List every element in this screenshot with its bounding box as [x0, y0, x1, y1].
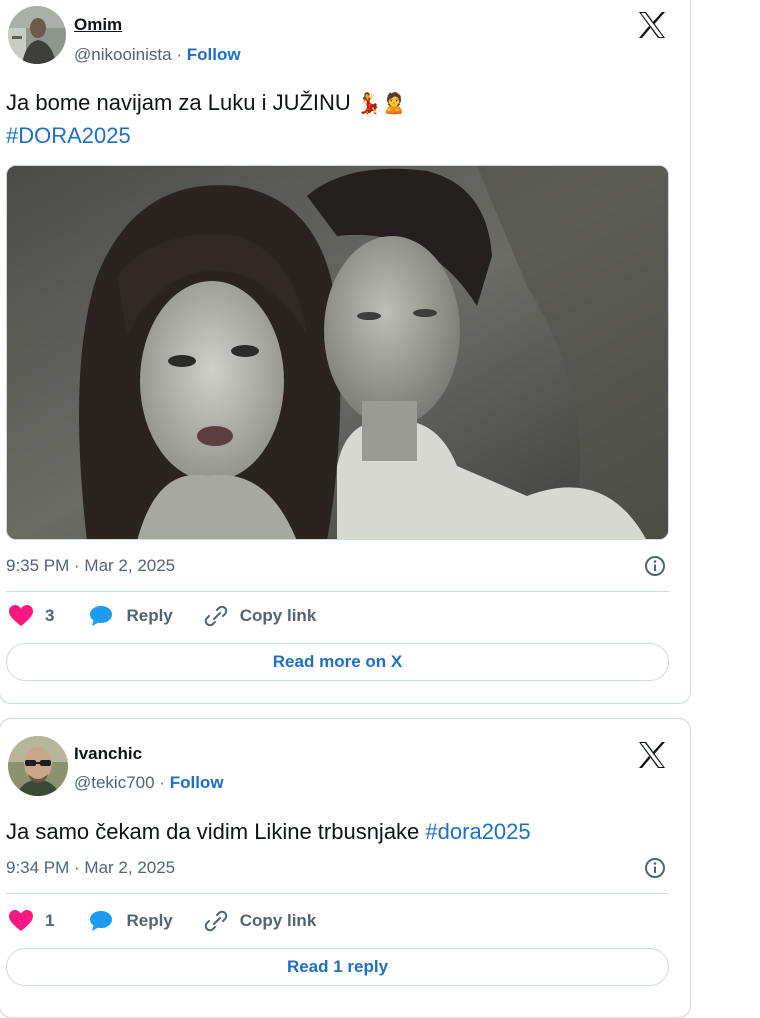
read-reply-button[interactable]: Read 1 reply	[6, 948, 669, 986]
tweet-timestamp[interactable]: 9:34 PM · Mar 2, 2025	[6, 858, 175, 878]
handle-row: @nikooinista · Follow	[74, 45, 241, 65]
tweet-text: Ja bome navijam za Luku i JUŽINU 💃🙎	[6, 86, 407, 120]
reply-bubble-icon	[88, 909, 114, 933]
heart-icon	[8, 909, 34, 933]
author-handle[interactable]: @nikooinista	[74, 45, 172, 64]
divider	[6, 893, 669, 894]
like-count: 3	[45, 606, 55, 625]
action-bar: 3 Reply Copy link	[8, 602, 316, 630]
like-button[interactable]: 3	[8, 604, 54, 628]
x-logo-icon[interactable]	[637, 11, 669, 41]
reply-button[interactable]: Reply	[88, 909, 173, 933]
avatar-omim[interactable]	[8, 6, 66, 64]
heart-icon	[8, 604, 34, 628]
tweet-media-image[interactable]	[6, 165, 669, 540]
reply-bubble-icon	[88, 604, 114, 628]
copy-link-label: Copy link	[239, 911, 317, 930]
tweet-timestamp[interactable]: 9:35 PM · Mar 2, 2025	[6, 556, 175, 576]
action-bar: 1 Reply Copy link	[8, 907, 316, 935]
like-count: 1	[45, 911, 55, 930]
handle-row: @tekic700 · Follow	[74, 773, 224, 793]
hashtag-link[interactable]: #dora2025	[425, 819, 530, 844]
follow-button[interactable]: Follow	[170, 773, 224, 792]
like-button[interactable]: 1	[8, 909, 54, 933]
hashtag-link[interactable]: #DORA2025	[6, 123, 131, 148]
info-icon[interactable]	[643, 554, 667, 578]
copy-link-button[interactable]: Copy link	[203, 909, 317, 933]
handle-separator: ·	[159, 773, 165, 792]
read-more-button[interactable]: Read more on X	[6, 643, 669, 681]
divider	[6, 591, 669, 592]
avatar-ivanchic[interactable]	[8, 736, 68, 796]
author-name[interactable]: Ivanchic	[74, 744, 142, 764]
link-icon	[203, 604, 229, 628]
reply-label: Reply	[126, 606, 173, 625]
tweet-text-line: Ja samo čekam da vidim Likine trbusnjake	[6, 819, 420, 844]
handle-separator: ·	[176, 45, 182, 64]
reply-button[interactable]: Reply	[88, 604, 173, 628]
info-icon[interactable]	[643, 856, 667, 880]
follow-button[interactable]: Follow	[187, 45, 241, 64]
x-logo-icon[interactable]	[637, 741, 669, 771]
tweet-card-omim: Omim @nikooinista · Follow Ja bome navij…	[0, 0, 691, 704]
reply-label: Reply	[126, 911, 173, 930]
tweet-emojis: 💃🙎	[356, 91, 407, 115]
tweet-card-ivanchic: Ivanchic @tekic700 · Follow Ja samo čeka…	[0, 718, 691, 1018]
tweet-text-line: Ja bome navijam za Luku i JUŽINU	[6, 90, 351, 115]
copy-link-label: Copy link	[239, 606, 317, 625]
copy-link-button[interactable]: Copy link	[203, 604, 317, 628]
tweet-text: Ja samo čekam da vidim Likine trbusnjake…	[6, 815, 531, 848]
author-name[interactable]: Omim	[74, 15, 122, 35]
author-handle[interactable]: @tekic700	[74, 773, 155, 792]
link-icon	[203, 909, 229, 933]
tweet-hashtag-line: #DORA2025	[6, 119, 131, 152]
